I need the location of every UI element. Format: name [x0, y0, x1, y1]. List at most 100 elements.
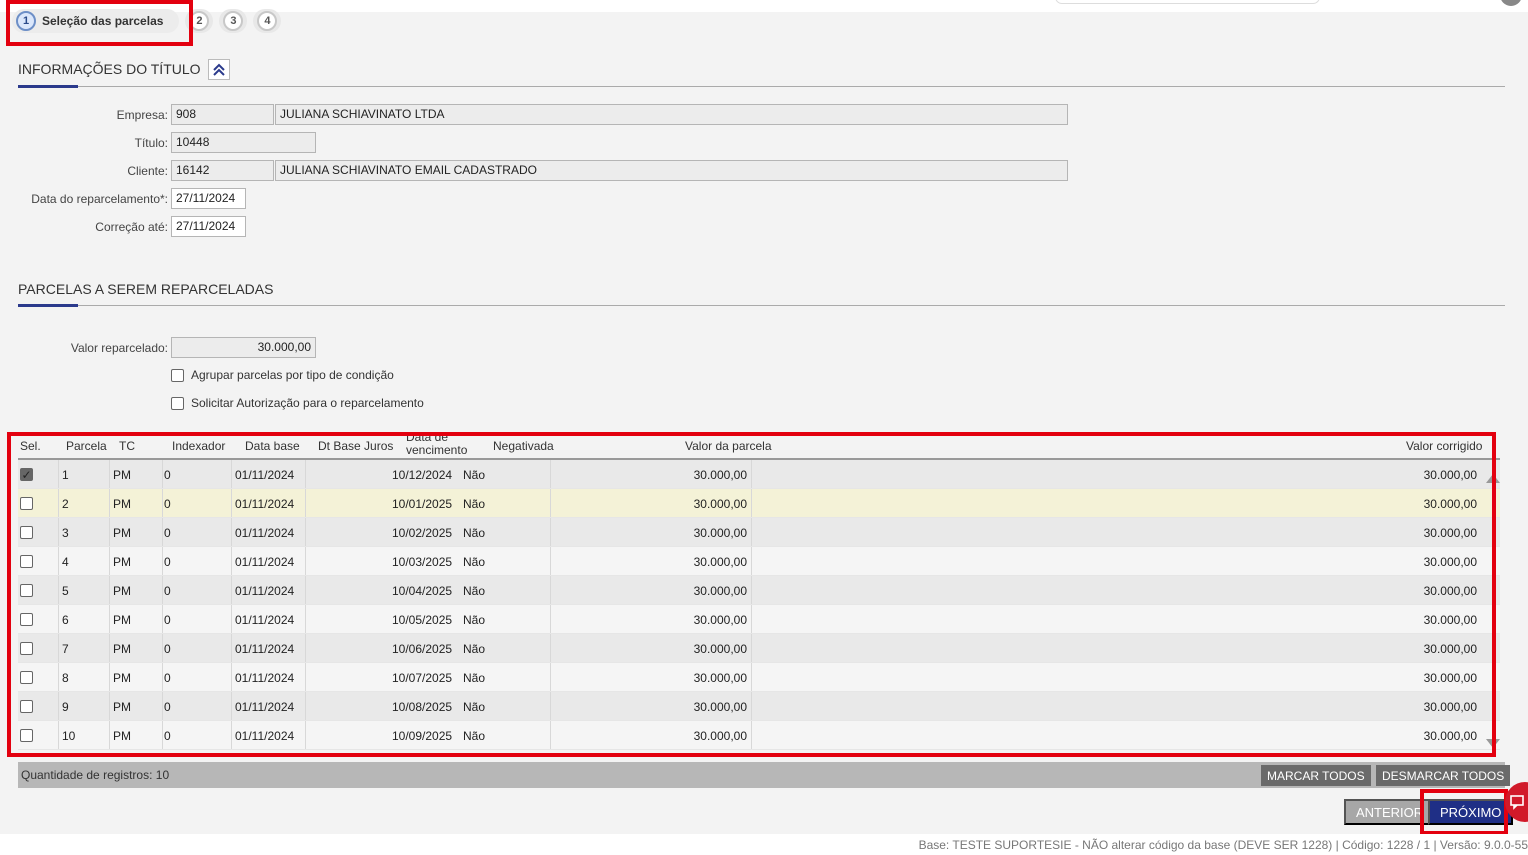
desmarcar-todos-button[interactable]: DESMARCAR TODOS: [1376, 765, 1511, 786]
cell-separator: [231, 721, 232, 749]
row-select-checkbox[interactable]: [20, 526, 33, 539]
table-row[interactable]: 10 PM 0 01/11/2024 10/09/2025 Não 30.000,00 30.…: [18, 721, 1500, 750]
cell-separator: [162, 663, 163, 691]
wizard-step-4[interactable]: 4: [253, 9, 282, 33]
correcao-field[interactable]: 27/11/2024: [171, 216, 246, 237]
cell-separator: [231, 605, 232, 633]
scroll-up-icon[interactable]: [1486, 474, 1500, 483]
cell-separator: [109, 576, 110, 604]
cell-corrigido: 30.000,00: [1423, 700, 1477, 714]
header-sel[interactable]: Sel.: [20, 439, 41, 453]
row-select-checkbox[interactable]: [20, 671, 33, 684]
step-label: Seleção das parcelas: [42, 14, 164, 28]
table-row[interactable]: 7 PM 0 01/11/2024 10/06/2025 Não 30.000,00 30.0…: [18, 634, 1500, 663]
empresa-code-field[interactable]: 908: [171, 104, 274, 125]
avatar[interactable]: [1500, 0, 1522, 6]
cell-data-base: 01/11/2024: [235, 555, 295, 569]
valor-reparcelado-row: Valor reparcelado: 30.000,00: [0, 337, 316, 358]
cell-separator: [109, 663, 110, 691]
section-title-titulo: INFORMAÇÕES DO TÍTULO: [18, 61, 201, 77]
empresa-name-field[interactable]: JULIANA SCHIAVINATO LTDA: [275, 104, 1068, 125]
step-number: 2: [189, 11, 210, 31]
header-valor-parcela[interactable]: Valor da parcela: [685, 439, 772, 453]
solicitar-row[interactable]: Solicitar Autorização para o reparcelame…: [171, 396, 424, 410]
anterior-button[interactable]: ANTERIOR: [1344, 799, 1436, 825]
cell-indexador: 0: [164, 671, 171, 685]
wizard-step-1[interactable]: 1 Seleção das parcelas: [12, 9, 180, 33]
cell-parcela: 1: [62, 468, 69, 482]
header-data-base[interactable]: Data base: [245, 439, 300, 453]
cell-parcela: 7: [62, 642, 69, 656]
cell-data-base: 01/11/2024: [235, 468, 295, 482]
row-select-checkbox[interactable]: [20, 642, 33, 655]
cliente-name-field[interactable]: JULIANA SCHIAVINATO EMAIL CADASTRADO: [275, 160, 1068, 181]
cell-negativada: Não: [463, 729, 486, 743]
cell-separator: [751, 721, 752, 749]
cell-valor: 30.000,00: [693, 700, 747, 714]
header-parcela[interactable]: Parcela: [66, 439, 107, 453]
cell-separator: [109, 605, 110, 633]
header-valor-corrigido[interactable]: Valor corrigido: [1406, 439, 1482, 453]
table-row[interactable]: 8 PM 0 01/11/2024 10/07/2025 Não 30.000,00 30.0…: [18, 663, 1500, 692]
table-row[interactable]: 9 PM 0 01/11/2024 10/08/2025 Não 30.000,00 30.0…: [18, 692, 1500, 721]
table-row[interactable]: 3 PM 0 01/11/2024 10/02/2025 Não 30.000,00 30.0…: [18, 518, 1500, 547]
cell-negativada: Não: [463, 671, 486, 685]
header-data-vencimento[interactable]: Data de vencimento: [406, 431, 467, 457]
marcar-todos-button[interactable]: MARCAR TODOS: [1261, 765, 1371, 786]
row-select-checkbox[interactable]: [20, 700, 33, 713]
table-row[interactable]: 6 PM 0 01/11/2024 10/05/2025 Não 30.000,00 30.0…: [18, 605, 1500, 634]
data-reparcelamento-label: Data do reparcelamento*:: [31, 191, 168, 206]
table-row[interactable]: ✓ 1 PM 0 01/11/2024 10/12/2024 Não 30.000,00 30.…: [18, 460, 1500, 489]
header-tc[interactable]: TC: [119, 439, 135, 453]
cell-tc: PM: [113, 613, 131, 627]
valor-reparcelado-field[interactable]: 30.000,00: [171, 337, 316, 358]
cell-data-base: 01/11/2024: [235, 613, 295, 627]
chevron-double-up-icon: [213, 63, 225, 76]
data-reparcelamento-field[interactable]: 27/11/2024: [171, 188, 246, 209]
cell-separator: [550, 460, 551, 488]
cell-negativada: Não: [463, 700, 486, 714]
cell-separator: [58, 576, 59, 604]
section-title-parcelas: PARCELAS A SEREM REPARCELADAS: [18, 281, 274, 297]
wizard-step-3[interactable]: 3: [219, 9, 248, 33]
collapse-button[interactable]: [208, 59, 230, 80]
cliente-code-field[interactable]: 16142: [171, 160, 274, 181]
table-row[interactable]: 5 PM 0 01/11/2024 10/04/2025 Não 30.000,00 30.0…: [18, 576, 1500, 605]
table-row[interactable]: 4 PM 0 01/11/2024 10/03/2025 Não 30.000,00 30.0…: [18, 547, 1500, 576]
solicitar-checkbox[interactable]: [171, 396, 184, 410]
cell-separator: [550, 605, 551, 633]
row-select-checkbox[interactable]: [20, 729, 33, 742]
correcao-row: Correção até: 27/11/2024: [0, 216, 246, 237]
cell-parcela: 2: [62, 497, 69, 511]
cell-data-base: 01/11/2024: [235, 526, 295, 540]
row-select-checkbox[interactable]: [20, 497, 33, 510]
row-select-checkbox[interactable]: [20, 613, 33, 626]
header-dt-base-juros[interactable]: Dt Base Juros: [318, 439, 393, 453]
grid-header: Sel. Parcela TC Indexador Data base Dt B…: [18, 431, 1500, 460]
cell-separator: [751, 489, 752, 517]
cell-tc: PM: [113, 526, 131, 540]
header-indexador[interactable]: Indexador: [172, 439, 225, 453]
header-negativada[interactable]: Negativada: [493, 439, 554, 453]
cell-data-base: 01/11/2024: [235, 497, 295, 511]
proximo-button[interactable]: PRÓXIMO: [1428, 799, 1514, 825]
titulo-field[interactable]: 10448: [171, 132, 316, 153]
scroll-down-icon[interactable]: [1486, 739, 1500, 748]
cell-separator: [305, 489, 306, 517]
cell-vencimento: 10/02/2025: [392, 526, 453, 540]
cell-vencimento: 10/06/2025: [392, 642, 453, 656]
row-select-checkbox[interactable]: [20, 555, 33, 568]
row-select-checkbox[interactable]: [20, 584, 33, 597]
cell-separator: [58, 518, 59, 546]
wizard-step-2[interactable]: 2: [185, 9, 214, 33]
cell-negativada: Não: [463, 468, 486, 482]
cell-indexador: 0: [164, 642, 171, 656]
row-select-checkbox[interactable]: ✓: [20, 468, 33, 481]
agrupar-row[interactable]: Agrupar parcelas por tipo de condição: [171, 368, 394, 382]
table-row[interactable]: 2 PM 0 01/11/2024 10/01/2025 Não 30.000,00 30.0…: [18, 489, 1500, 518]
agrupar-checkbox[interactable]: [171, 368, 184, 382]
cell-valor: 30.000,00: [693, 555, 747, 569]
cell-separator: [550, 576, 551, 604]
cell-separator: [305, 518, 306, 546]
top-search-box[interactable]: [1055, 0, 1320, 4]
